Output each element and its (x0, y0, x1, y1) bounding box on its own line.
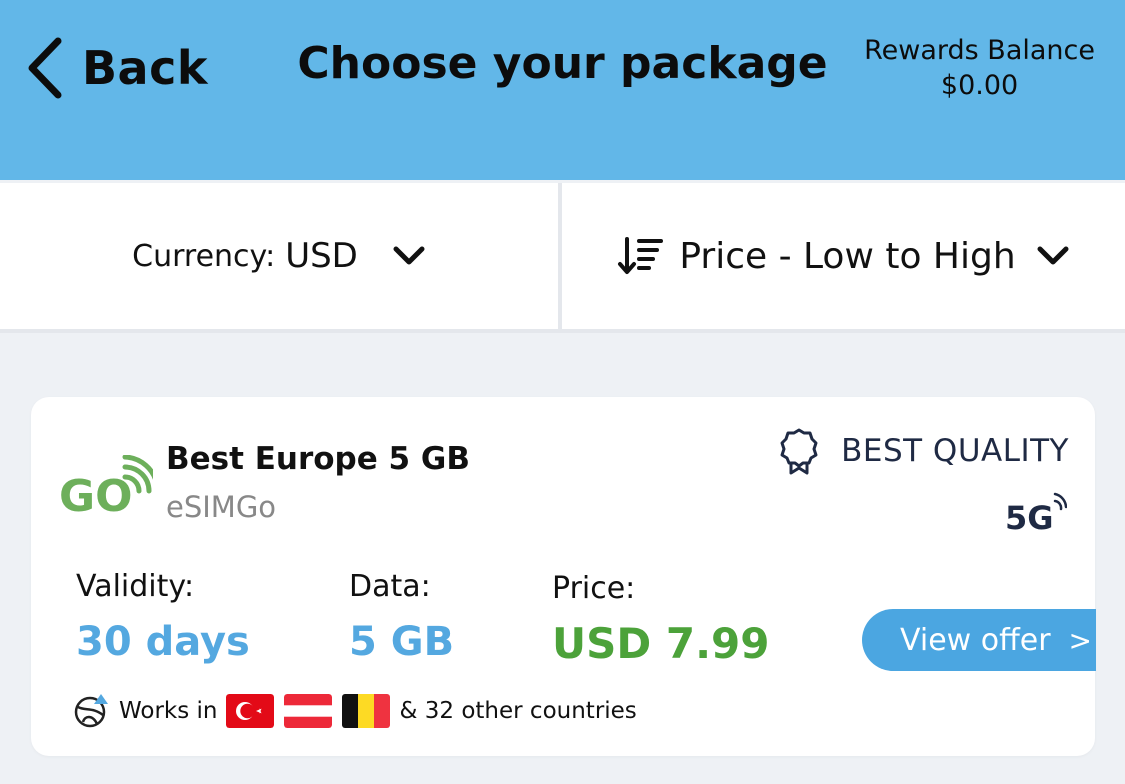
currency-selector[interactable]: Currency: USD (0, 183, 562, 329)
view-offer-button[interactable]: View offer > (862, 609, 1096, 671)
header-bar: Back Choose your package Rewards Balance… (0, 0, 1125, 180)
validity-value: 30 days (76, 619, 250, 665)
currency-label: Currency: (132, 238, 276, 274)
provider-name: eSIMGo (166, 490, 277, 524)
back-label: Back (82, 41, 208, 95)
sort-icon (618, 237, 664, 274)
chevron-down-icon (1037, 246, 1069, 265)
belgium-flag (341, 694, 390, 728)
award-ribbon-icon (780, 428, 818, 475)
quality-label: BEST QUALITY (841, 433, 1069, 469)
data-value: 5 GB (349, 619, 455, 665)
package-card[interactable]: GO Best Europe 5 GB eSIMGo BEST QUALITY … (31, 397, 1096, 756)
esimgo-logo: GO (59, 455, 153, 519)
rewards-value: $0.00 (940, 70, 1019, 101)
validity-label: Validity: (76, 569, 195, 604)
coverage-row[interactable]: Works in & 32 other countries (73, 693, 637, 729)
svg-text:5G: 5G (1005, 499, 1054, 533)
works-in-label: Works in (119, 698, 218, 724)
chevron-right-icon: > (1068, 623, 1093, 657)
austria-flag (283, 694, 332, 728)
price-label: Price: (552, 571, 636, 606)
rewards-label: Rewards Balance (864, 35, 1095, 66)
view-offer-label: View offer (900, 622, 1051, 658)
turkey-flag (225, 694, 274, 728)
globe-network-icon (74, 694, 108, 728)
chevron-left-icon (28, 37, 62, 99)
price-value: USD 7.99 (552, 619, 770, 668)
package-name: Best Europe 5 GB (166, 441, 470, 477)
quality-badge: BEST QUALITY (779, 427, 1069, 475)
rewards-balance[interactable]: Rewards Balance $0.00 (864, 33, 1095, 103)
data-label: Data: (349, 569, 431, 604)
filter-bar: Currency: USD Price - Low to High (0, 183, 1125, 333)
back-button[interactable]: Back (26, 36, 208, 100)
chevron-down-icon (393, 246, 425, 265)
sort-selector[interactable]: Price - Low to High (562, 183, 1125, 329)
5g-signal-icon: 5G (1005, 492, 1067, 533)
svg-text:GO: GO (59, 471, 133, 519)
page-title-text: Choose your package (297, 38, 828, 89)
other-countries-text: & 32 other countries (399, 698, 637, 724)
currency-value: USD (285, 236, 358, 276)
sort-value: Price - Low to High (679, 235, 1016, 277)
